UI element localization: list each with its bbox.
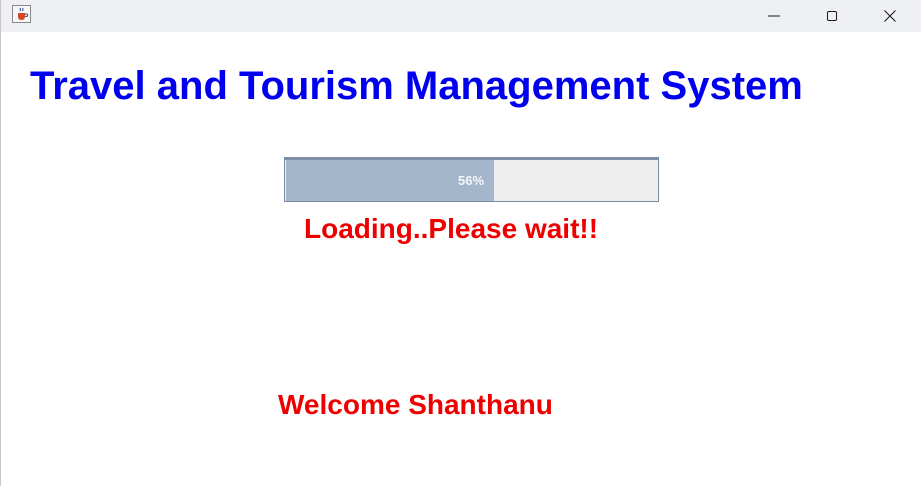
maximize-button[interactable] — [803, 0, 861, 32]
loading-message: Loading..Please wait!! — [304, 213, 599, 244]
app-window: Travel and Tourism Management System 56%… — [0, 0, 921, 486]
minimize-icon — [768, 15, 780, 17]
close-button[interactable] — [861, 0, 919, 32]
close-icon — [884, 10, 896, 22]
app-heading: Travel and Tourism Management System — [30, 64, 803, 108]
minimize-button[interactable] — [745, 0, 803, 32]
maximize-icon — [827, 11, 837, 21]
welcome-message: Welcome Shanthanu — [278, 389, 553, 420]
title-bar[interactable] — [1, 0, 921, 32]
java-cup-icon[interactable] — [12, 5, 31, 23]
progress-percent-label: 56% — [458, 173, 485, 188]
